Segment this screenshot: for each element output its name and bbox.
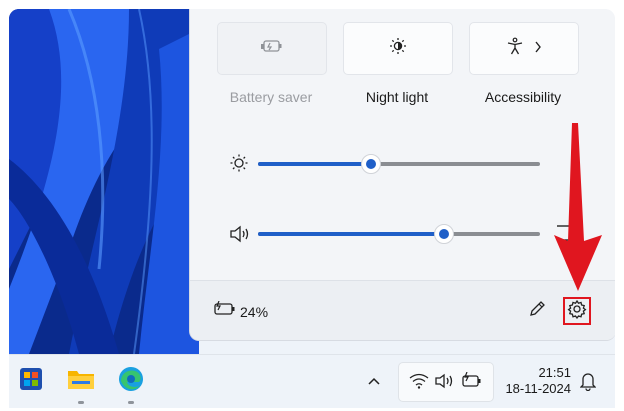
edge-icon xyxy=(117,365,145,398)
system-tray-quick-settings[interactable] xyxy=(398,362,494,402)
battery-percentage: 24% xyxy=(240,304,269,320)
app-running-indicator xyxy=(128,401,134,404)
volume-slider-fill xyxy=(258,232,445,236)
chevron-up-icon[interactable] xyxy=(367,373,381,391)
night-light-label: Night light xyxy=(365,89,429,105)
desktop-screen: Battery saver Night light Accessibility … xyxy=(9,9,615,407)
clock[interactable]: 21:51 18-11-2024 xyxy=(495,365,571,397)
start-button[interactable] xyxy=(15,365,47,397)
battery-saver-label: Battery saver xyxy=(229,89,313,105)
volume-icon[interactable] xyxy=(229,224,251,246)
brightness-slider-thumb[interactable] xyxy=(360,154,381,174)
battery-saver-icon xyxy=(261,39,283,58)
volume-icon xyxy=(435,373,455,394)
file-explorer-icon xyxy=(67,367,95,396)
battery-saver-tile[interactable] xyxy=(217,22,327,75)
battery-icon xyxy=(461,371,483,393)
night-light-tile[interactable] xyxy=(343,22,453,75)
accessibility-label: Accessibility xyxy=(484,89,562,105)
volume-slider-thumb[interactable] xyxy=(434,224,455,244)
taskbar: 21:51 18-11-2024 xyxy=(9,354,615,408)
battery-charging-icon[interactable] xyxy=(213,300,237,322)
file-explorer-button[interactable] xyxy=(65,365,97,397)
red-arrow-annotation xyxy=(546,123,610,300)
start-icon xyxy=(18,366,44,397)
app-running-indicator xyxy=(78,401,84,404)
volume-slider[interactable] xyxy=(258,224,540,244)
chevron-right-icon xyxy=(534,40,542,58)
clock-date: 18-11-2024 xyxy=(505,381,571,396)
wifi-icon xyxy=(409,373,429,394)
night-light-icon xyxy=(389,37,407,60)
notification-bell-icon[interactable] xyxy=(579,371,597,396)
edge-button[interactable] xyxy=(115,365,147,397)
settings-button[interactable] xyxy=(563,297,591,325)
accessibility-tile[interactable] xyxy=(469,22,579,75)
brightness-slider-fill xyxy=(258,162,371,166)
gear-icon xyxy=(567,299,587,324)
desktop-wallpaper xyxy=(9,9,199,354)
brightness-icon xyxy=(229,153,251,175)
pencil-icon[interactable] xyxy=(527,299,547,324)
accessibility-icon xyxy=(506,37,524,60)
clock-time: 21:51 xyxy=(538,365,571,380)
brightness-slider[interactable] xyxy=(258,154,540,174)
